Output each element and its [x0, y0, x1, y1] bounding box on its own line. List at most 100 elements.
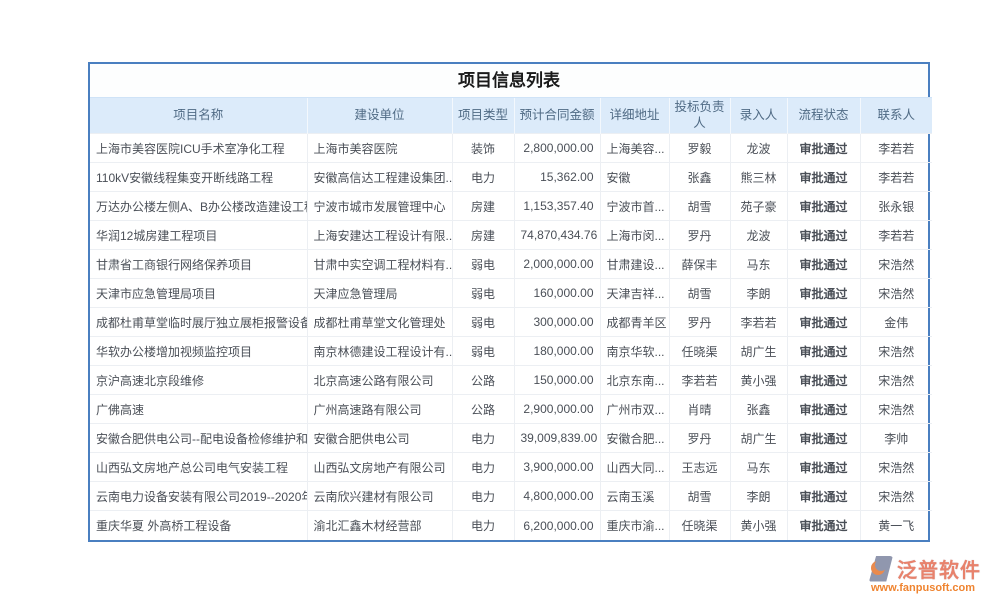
cell-address: 广州市双... [600, 395, 669, 424]
cell-status: 审批通过 [787, 482, 860, 511]
table-row: 上海市美容医院ICU手术室净化工程上海市美容医院装饰2,800,000.00上海… [90, 134, 932, 163]
cell-amount: 2,900,000.00 [514, 395, 600, 424]
cell-name: 广佛高速 [90, 395, 307, 424]
table-row: 110kV安徽线程集变开断线路工程安徽高信达工程建设集团...电力15,362.… [90, 163, 932, 192]
cell-name: 110kV安徽线程集变开断线路工程 [90, 163, 307, 192]
cell-type: 弱电 [452, 337, 514, 366]
cell-recorder[interactable]: 龙波 [730, 221, 787, 250]
cell-bidder[interactable]: 胡雪 [669, 482, 730, 511]
cell-unit: 云南欣兴建材有限公司 [307, 482, 452, 511]
cell-address: 北京东南... [600, 366, 669, 395]
cell-type: 弱电 [452, 308, 514, 337]
cell-amount: 1,153,357.40 [514, 192, 600, 221]
cell-type: 公路 [452, 366, 514, 395]
table-row: 华润12城房建工程项目上海安建达工程设计有限...房建74,870,434.76… [90, 221, 932, 250]
cell-recorder[interactable]: 黄小强 [730, 511, 787, 540]
cell-recorder[interactable]: 马东 [730, 453, 787, 482]
cell-bidder[interactable]: 李若若 [669, 366, 730, 395]
cell-recorder[interactable]: 龙波 [730, 134, 787, 163]
cell-name: 华软办公楼增加视频监控项目 [90, 337, 307, 366]
project-table: 项目名称建设单位项目类型预计合同金额详细地址投标负责人录入人流程状态联系人 上海… [90, 97, 932, 540]
cell-bidder[interactable]: 罗丹 [669, 308, 730, 337]
cell-unit: 宁波市城市发展管理中心 [307, 192, 452, 221]
cell-status: 审批通过 [787, 511, 860, 540]
cell-bidder[interactable]: 薛保丰 [669, 250, 730, 279]
cell-bidder[interactable]: 罗毅 [669, 134, 730, 163]
page-title: 项目信息列表 [90, 64, 928, 97]
cell-bidder[interactable]: 张鑫 [669, 163, 730, 192]
cell-type: 装饰 [452, 134, 514, 163]
cell-address: 山西大同... [600, 453, 669, 482]
cell-status: 审批通过 [787, 453, 860, 482]
table-row: 云南电力设备安装有限公司2019--2020年...云南欣兴建材有限公司电力4,… [90, 482, 932, 511]
cell-amount: 3,900,000.00 [514, 453, 600, 482]
table-row: 万达办公楼左侧A、B办公楼改造建设工程宁波市城市发展管理中心房建1,153,35… [90, 192, 932, 221]
cell-contact: 金伟 [860, 308, 932, 337]
cell-bidder[interactable]: 任晓渠 [669, 337, 730, 366]
cell-status: 审批通过 [787, 395, 860, 424]
cell-recorder[interactable]: 黄小强 [730, 366, 787, 395]
cell-status: 审批通过 [787, 337, 860, 366]
cell-unit: 安徽高信达工程建设集团... [307, 163, 452, 192]
cell-unit: 上海安建达工程设计有限... [307, 221, 452, 250]
cell-amount: 180,000.00 [514, 337, 600, 366]
cell-bidder[interactable]: 胡雪 [669, 192, 730, 221]
cell-bidder[interactable]: 罗丹 [669, 221, 730, 250]
cell-recorder[interactable]: 李朗 [730, 279, 787, 308]
table-body: 上海市美容医院ICU手术室净化工程上海市美容医院装饰2,800,000.00 上海… [90, 134, 932, 540]
cell-address: 宁波市首... [600, 192, 669, 221]
cell-name: 云南电力设备安装有限公司2019--2020年... [90, 482, 307, 511]
cell-amount: 39,009,839.00 [514, 424, 600, 453]
cell-recorder[interactable]: 李若若 [730, 308, 787, 337]
cell-unit: 南京林德建设工程设计有... [307, 337, 452, 366]
cell-unit: 上海市美容医院 [307, 134, 452, 163]
cell-recorder[interactable]: 李朗 [730, 482, 787, 511]
cell-recorder[interactable]: 张鑫 [730, 395, 787, 424]
cell-address: 成都青羊区 [600, 308, 669, 337]
cell-type: 房建 [452, 221, 514, 250]
cell-amount: 300,000.00 [514, 308, 600, 337]
column-header-address: 详细地址 [600, 98, 669, 134]
cell-name: 山西弘文房地产总公司电气安装工程 [90, 453, 307, 482]
brand-url-link[interactable]: www.fanpusoft.com [858, 582, 988, 594]
cell-name: 上海市美容医院ICU手术室净化工程 [90, 134, 307, 163]
cell-address: 云南玉溪 [600, 482, 669, 511]
cell-amount: 2,800,000.00 [514, 134, 600, 163]
cell-unit: 甘肃中实空调工程材料有... [307, 250, 452, 279]
cell-recorder[interactable]: 马东 [730, 250, 787, 279]
table-row: 成都杜甫草堂临时展厅独立展柜报警设备...成都杜甫草堂文化管理处弱电300,00… [90, 308, 932, 337]
cell-unit: 渝北汇鑫木材经营部 [307, 511, 452, 540]
cell-bidder[interactable]: 胡雪 [669, 279, 730, 308]
cell-status: 审批通过 [787, 192, 860, 221]
table-row: 华软办公楼增加视频监控项目南京林德建设工程设计有...弱电180,000.00南… [90, 337, 932, 366]
cell-type: 电力 [452, 424, 514, 453]
cell-recorder[interactable]: 胡广生 [730, 337, 787, 366]
cell-address: 重庆市渝... [600, 511, 669, 540]
table-row: 天津市应急管理局项目天津应急管理局弱电160,000.00天津吉祥...胡雪李朗… [90, 279, 932, 308]
header-row: 项目名称建设单位项目类型预计合同金额详细地址投标负责人录入人流程状态联系人 [90, 98, 932, 134]
cell-status: 审批通过 [787, 163, 860, 192]
cell-bidder[interactable]: 罗丹 [669, 424, 730, 453]
table-row: 山西弘文房地产总公司电气安装工程山西弘文房地产有限公司电力3,900,000.0… [90, 453, 932, 482]
cell-bidder[interactable]: 王志远 [669, 453, 730, 482]
column-header-name: 项目名称 [90, 98, 307, 134]
column-header-type: 项目类型 [452, 98, 514, 134]
cell-contact: 宋浩然 [860, 395, 932, 424]
cell-status: 审批通过 [787, 308, 860, 337]
cell-name: 安徽合肥供电公司--配电设备检修维护和... [90, 424, 307, 453]
cell-type: 电力 [452, 511, 514, 540]
cell-contact: 李若若 [860, 221, 932, 250]
cell-status: 审批通过 [787, 424, 860, 453]
cell-unit: 山西弘文房地产有限公司 [307, 453, 452, 482]
cell-recorder[interactable]: 胡广生 [730, 424, 787, 453]
cell-contact: 黄一飞 [860, 511, 932, 540]
cell-bidder[interactable]: 任晓渠 [669, 511, 730, 540]
cell-bidder[interactable]: 肖晴 [669, 395, 730, 424]
cell-status: 审批通过 [787, 134, 860, 163]
cell-amount: 150,000.00 [514, 366, 600, 395]
cell-recorder[interactable]: 熊三林 [730, 163, 787, 192]
cell-type: 公路 [452, 395, 514, 424]
cell-amount: 4,800,000.00 [514, 482, 600, 511]
cell-recorder[interactable]: 苑子豪 [730, 192, 787, 221]
cell-contact: 宋浩然 [860, 366, 932, 395]
